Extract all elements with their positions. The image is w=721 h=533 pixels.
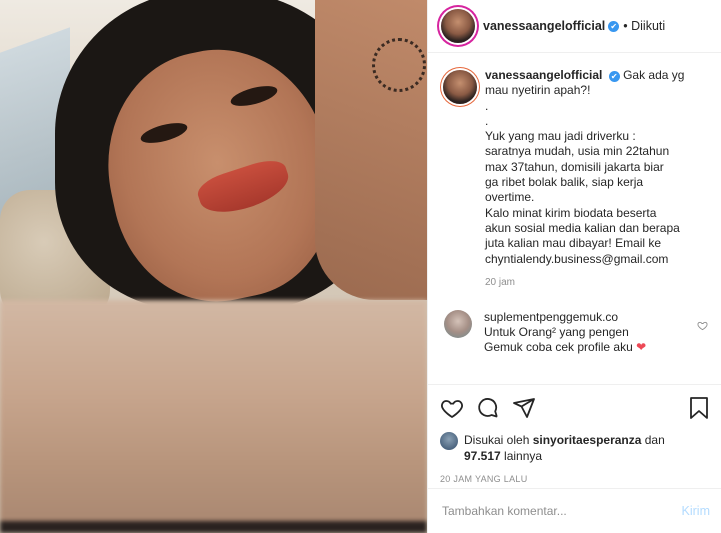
caption-line: Gak ada yg xyxy=(623,68,685,82)
caption-line: juta kalian mau dibayar! Email ke xyxy=(485,236,662,251)
likes-prefix: Disukai oleh xyxy=(464,433,533,447)
bookmark-icon[interactable] xyxy=(688,396,710,420)
caption-line: mau nyetirin apah?! xyxy=(485,83,591,98)
post-photo[interactable] xyxy=(0,0,427,533)
author-username[interactable]: vanessaangelofficial xyxy=(483,19,605,33)
caption-line: ga ribet bolak balik, siap kerja xyxy=(485,175,644,190)
caption-line: max 37tahun, domisili jakarta biar xyxy=(485,159,664,174)
caption-row: vanessaangelofficial ✔ Gak ada yg mau ny… xyxy=(440,68,710,288)
verified-badge-icon: ✔ xyxy=(608,20,620,32)
red-heart-emoji: ❤ xyxy=(636,340,647,355)
like-heart-icon[interactable] xyxy=(440,396,464,420)
caption-line: Kalo minat kirim biodata beserta xyxy=(485,205,657,220)
comment-bubble-icon[interactable] xyxy=(476,396,500,420)
share-paper-plane-icon[interactable] xyxy=(512,396,536,420)
comment-line: Gemuk coba cek profile aku xyxy=(484,340,633,355)
comment-row: suplementpenggemuk.co Untuk Orang² yang … xyxy=(440,309,710,356)
caption-line: akun sosial media kalian dan berapa xyxy=(485,220,680,235)
caption-avatar[interactable] xyxy=(443,70,477,104)
liker-avatar[interactable] xyxy=(440,432,458,450)
likes-summary: Disukai oleh sinyoritaesperanza dan 97.5… xyxy=(440,432,710,464)
liker-username[interactable]: sinyoritaesperanza xyxy=(533,433,642,447)
likes-suffix: lainnya xyxy=(500,448,543,463)
photo-tattoo xyxy=(372,38,426,92)
post-actions: Disukai oleh sinyoritaesperanza dan 97.5… xyxy=(428,384,721,488)
follow-status[interactable]: • Diikuti xyxy=(623,19,665,33)
post-header: vanessaangelofficial ✔ • Diikuti xyxy=(428,0,721,53)
caption-username[interactable]: vanessaangelofficial xyxy=(485,68,602,82)
caption-line: saratnya mudah, usia min 22tahun xyxy=(485,144,670,159)
caption-email[interactable]: chyntialendy.business@gmail.com xyxy=(485,252,705,267)
comment-text: suplementpenggemuk.co Untuk Orang² yang … xyxy=(484,310,704,356)
commenter-avatar[interactable] xyxy=(444,309,472,338)
caption-line: . xyxy=(485,98,489,113)
caption-line: Yuk yang mau jadi driverku : xyxy=(485,129,636,144)
comments-section[interactable]: vanessaangelofficial ✔ Gak ada yg mau ny… xyxy=(428,54,721,384)
instagram-post-view: vanessaangelofficial ✔ • Diikuti vanessa… xyxy=(0,0,721,533)
caption-line: overtime. xyxy=(485,190,535,205)
post-side-panel: vanessaangelofficial ✔ • Diikuti vanessa… xyxy=(427,0,721,533)
caption-line: . xyxy=(485,113,489,128)
action-icons xyxy=(440,393,710,423)
comment-line: Untuk Orang² yang pengen xyxy=(484,325,629,340)
author-avatar[interactable] xyxy=(441,9,475,43)
comment-input[interactable] xyxy=(442,504,682,518)
add-comment-bar: Kirim xyxy=(428,488,721,533)
post-comment-button[interactable]: Kirim xyxy=(682,504,710,518)
caption-text: vanessaangelofficial ✔ Gak ada yg mau ny… xyxy=(485,68,705,267)
likes-count[interactable]: 97.517 xyxy=(464,449,501,463)
caption-time: 20 jam xyxy=(485,276,516,288)
photo-blurred-area xyxy=(0,300,427,533)
verified-badge-icon: ✔ xyxy=(608,71,620,82)
likes-mid: dan xyxy=(641,433,665,447)
post-timestamp[interactable]: 20 JAM YANG LALU xyxy=(440,474,710,484)
commenter-username[interactable]: suplementpenggemuk.co xyxy=(484,310,618,324)
comment-like-heart-icon[interactable] xyxy=(697,320,708,334)
